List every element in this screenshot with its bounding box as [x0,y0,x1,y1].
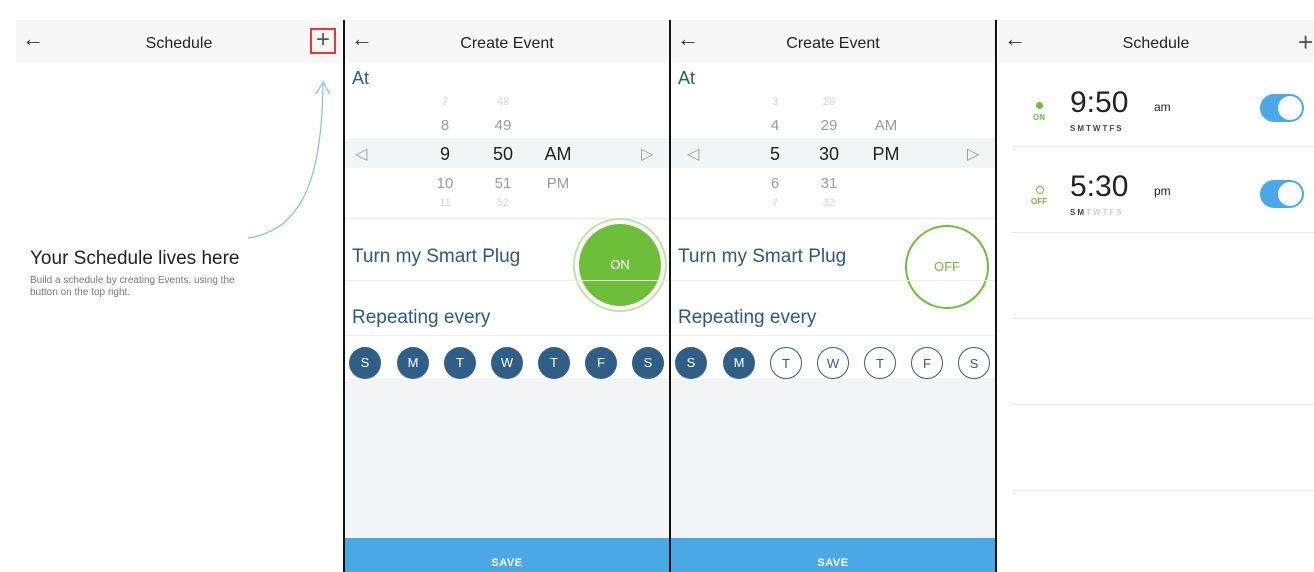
page-title: Schedule [1122,35,1190,52]
minute-selected[interactable]: 50 [488,144,518,165]
meridiem-option[interactable]: AM [869,117,903,134]
at-label: At [678,68,696,88]
day-toggle-thursday[interactable]: T [864,347,896,379]
day-toggle-wednesday[interactable]: W [817,347,849,379]
day-toggle-saturday[interactable]: S [958,347,990,379]
repeating-label: Repeating every [352,307,491,328]
create-event-on-screen: ← Create Event At ◁ ▷ 7 8 9 10 11 48 49 … [345,20,669,572]
add-event-button[interactable]: + [1298,29,1313,55]
minute-selected[interactable]: 30 [814,144,844,165]
meridiem-selected[interactable]: PM [869,144,903,165]
hour-option[interactable]: 10 [431,175,459,192]
plug-off-toggle[interactable]: OFF [905,225,989,309]
header: ← Schedule + [998,20,1314,62]
day-toggle-tuesday[interactable]: T [770,347,802,379]
create-event-off-screen: ← Create Event At ◁ ▷ 3 4 5 6 7 28 29 30… [671,20,995,572]
empty-state-title: Your Schedule lives here [30,248,240,269]
divider [671,218,995,219]
minute-option[interactable]: 32 [814,197,844,209]
divider [1012,146,1314,147]
minute-option[interactable]: 51 [488,175,518,192]
header: ← Create Event [345,20,669,62]
event-meridiem: pm [1154,184,1171,198]
page-title: Create Event [460,35,554,52]
schedule-list-screen: ← Schedule + ON 9:50 am SMTWTFS OFF 5:30… [998,20,1314,572]
plug-on-toggle[interactable]: ON [579,224,661,306]
picker-right-icon[interactable]: ▷ [641,144,653,164]
schedule-event-row[interactable]: ON 9:50 am SMTWTFS [998,62,1314,146]
divider [1012,490,1314,491]
hour-option[interactable]: 4 [763,117,787,134]
day-toggle-thursday[interactable]: T [538,347,570,379]
day-toggle-sunday[interactable]: S [349,347,381,379]
picker-right-icon[interactable]: ▷ [967,144,979,164]
hour-option[interactable]: 7 [433,96,457,108]
save-button[interactable]: SAVE [345,538,669,572]
lower-area [345,378,669,538]
hint-arrow-icon [247,80,331,239]
day-toggle-tuesday[interactable]: T [444,347,476,379]
picker-left-icon[interactable]: ◁ [355,144,367,164]
event-time: 5:30 [1070,170,1129,203]
event-time: 9:50 [1070,86,1129,119]
hour-option[interactable]: 11 [431,197,459,209]
divider [671,335,995,336]
minute-option[interactable]: 52 [488,197,518,209]
divider [345,280,669,281]
hour-option[interactable]: 6 [763,175,787,192]
empty-state-subtitle: Build a schedule by creating Events, usi… [30,275,235,298]
divider [345,218,669,219]
hour-option[interactable]: 8 [433,117,457,134]
day-toggle-sunday[interactable]: S [675,347,707,379]
status-off-icon [1036,186,1044,194]
event-enable-switch[interactable] [1260,94,1304,122]
turn-plug-label: Turn my Smart Plug [678,246,847,267]
save-button[interactable]: SAVE [671,538,995,572]
schedule-empty-screen: ← Schedule + Your Schedule lives here Bu… [16,20,342,572]
hour-selected[interactable]: 9 [433,144,457,165]
day-toggle-monday[interactable]: M [723,347,755,379]
divider [1012,232,1314,233]
minute-option[interactable]: 29 [814,117,844,134]
day-toggle-friday[interactable]: F [585,347,617,379]
event-meridiem: am [1154,100,1171,114]
panel-divider [995,20,997,572]
minute-option[interactable]: 48 [488,96,518,108]
divider [1012,318,1314,319]
schedule-event-row[interactable]: OFF 5:30 pm SMTWTFS [998,148,1314,232]
turn-plug-label: Turn my Smart Plug [352,246,521,267]
minute-option[interactable]: 49 [488,117,518,134]
lower-area [671,378,995,538]
minute-option[interactable]: 28 [814,96,844,108]
at-label: At [352,68,370,88]
meridiem-option[interactable]: PM [541,175,575,192]
meridiem-selected[interactable]: AM [541,144,575,165]
day-toggle-wednesday[interactable]: W [491,347,523,379]
status-on-icon [1036,102,1043,109]
divider [671,280,995,281]
day-toggle-monday[interactable]: M [397,347,429,379]
day-toggle-saturday[interactable]: S [632,347,664,379]
event-status: ON [1033,113,1045,122]
hour-option[interactable]: 3 [763,96,787,108]
day-toggle-friday[interactable]: F [911,347,943,379]
hour-option[interactable]: 7 [763,197,787,209]
minute-option[interactable]: 31 [814,175,844,192]
event-days: SMTWTFS [1070,124,1124,133]
hour-selected[interactable]: 5 [763,144,787,165]
divider [1012,404,1314,405]
page-title: Create Event [786,35,880,52]
event-days: SMTWTFS [1070,208,1124,217]
event-status: OFF [1031,197,1047,206]
picker-left-icon[interactable]: ◁ [687,144,699,164]
header: ← Create Event [671,20,995,62]
divider [345,335,669,336]
repeating-label: Repeating every [678,307,817,328]
event-enable-switch[interactable] [1260,180,1304,208]
